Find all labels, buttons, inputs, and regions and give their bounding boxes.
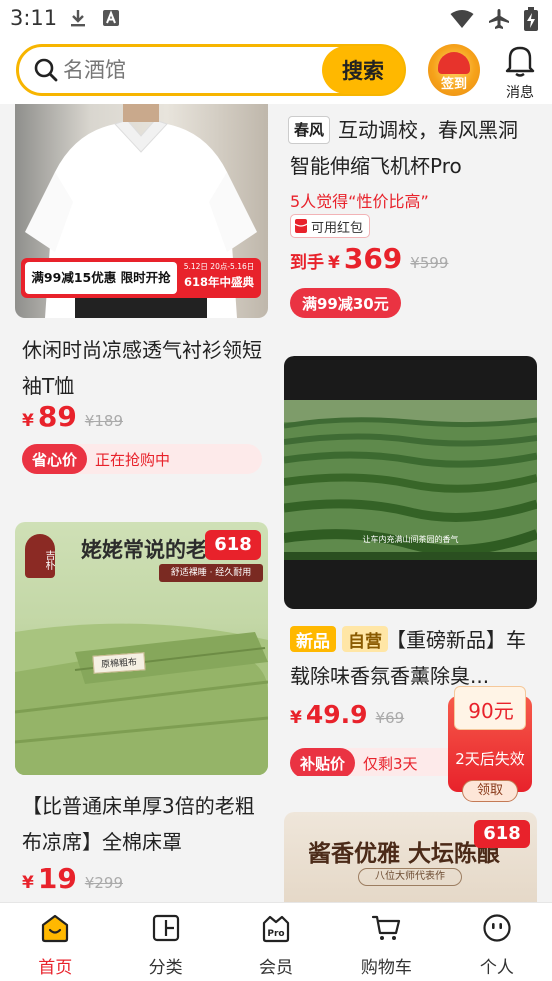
bell-icon <box>505 46 535 77</box>
red-envelope-icon <box>295 219 307 233</box>
original-price: ¥299 <box>84 874 123 892</box>
nav-profile[interactable]: 个人 <box>442 903 552 981</box>
current-price: 89 <box>37 400 77 433</box>
product-title[interactable]: 【重磅新品】车载除味香氛香薰除臭... <box>290 622 535 694</box>
nav-label: 首页 <box>38 958 73 978</box>
original-price: ¥189 <box>84 412 123 430</box>
current-price: 49.9 <box>305 700 368 729</box>
status-bar: 3:11 <box>0 0 552 38</box>
coupon-amount: 90元 <box>468 699 514 723</box>
promo-text: 正在抢购中 <box>95 450 171 469</box>
promo-text: 仅剩3天 <box>363 754 418 773</box>
price-row: ¥ 49.9 ¥69 <box>290 700 404 729</box>
promo-tag: 补贴价 <box>290 748 356 776</box>
battery-charging-icon <box>524 7 538 31</box>
coupon-claim-button[interactable]: 领取 <box>462 780 518 802</box>
product-card-chunfeng[interactable]: 春风 互动调校，春风黑洞智能伸缩飞机杯Pro 5人觉得“性价比高” 可用红包 到… <box>282 104 542 332</box>
price-row: 到手 ¥ 369 ¥599 <box>290 242 448 275</box>
coupon-amount-card: 90元 <box>454 686 526 730</box>
nav-home[interactable]: 首页 <box>0 903 110 981</box>
home-icon <box>42 914 69 943</box>
nav-member[interactable]: Pro 会员 <box>221 903 331 981</box>
current-price: 369 <box>343 242 403 275</box>
promo-pill: 满99减30元 <box>290 288 401 318</box>
original-price: ¥599 <box>410 254 449 272</box>
promo-tag: 满99减30元 <box>290 288 401 318</box>
product-image-bedsheet[interactable]: 吉朴 姥姥常说的老 舒适裸睡 · 经久耐用 原棉粗布 618 <box>15 522 268 775</box>
coupon-tag: 可用红包 <box>290 214 371 238</box>
nav-cart[interactable]: 购物车 <box>331 903 441 981</box>
sale-banner-dates: 5.12日 20点-5.16日 <box>183 262 255 271</box>
promo-pill: 省心价 正在抢购中 <box>22 444 262 474</box>
floating-coupon[interactable]: 90元 2天后失效 领取 <box>448 686 532 802</box>
product-image-liquor[interactable]: 酱香优雅 大坛陈酿 八位大师代表作 618 <box>284 812 537 902</box>
red-envelope-icon <box>438 52 470 74</box>
currency-symbol: ¥ <box>328 253 340 273</box>
currency-symbol: ¥ <box>22 873 34 893</box>
sale-badge-618: 618 <box>205 530 261 560</box>
product-card-liquor[interactable]: 酱香优雅 大坛陈酿 八位大师代表作 618 <box>282 812 542 902</box>
bottom-nav: 首页 分类 Pro 会员 购物车 个人 <box>0 902 552 981</box>
current-price: 19 <box>37 862 77 895</box>
image-subline: 舒适裸睡 · 经久耐用 <box>159 564 263 582</box>
product-card-shirt[interactable]: 满99减15优惠 限时开抢 5.12日 20点-5.16日 618年中盛典 休闲… <box>10 104 270 504</box>
search-input[interactable] <box>63 51 303 89</box>
checkin-label: 签到 <box>440 77 467 92</box>
price-prefix: 到手 <box>290 253 324 273</box>
review-highlight: 5人觉得“性价比高” <box>290 192 429 211</box>
cart-icon <box>372 915 401 940</box>
product-title[interactable]: 【比普通床单厚3倍的老粗布凉席】全棉床罩 <box>22 788 266 860</box>
wifi-icon <box>450 10 474 28</box>
coupon-tag-label: 可用红包 <box>311 220 364 236</box>
sale-banner-text: 满99减15优惠 限时开抢 <box>25 262 177 294</box>
product-label-tag: 原棉粗布 <box>92 652 146 674</box>
price-row: ¥ 89 ¥189 <box>22 400 123 433</box>
search-button[interactable]: 搜索 <box>322 46 404 94</box>
currency-symbol: ¥ <box>22 411 34 431</box>
download-icon <box>71 10 85 27</box>
sale-banner: 满99减15优惠 限时开抢 5.12日 20点-5.16日 618年中盛典 <box>21 258 261 298</box>
product-video[interactable]: 让车内充满山间茶园的香气 <box>284 356 537 609</box>
nav-label: 分类 <box>148 958 183 978</box>
nav-label: 会员 <box>259 958 294 978</box>
search-icon <box>34 58 58 82</box>
status-time: 3:11 <box>10 6 58 30</box>
currency-symbol: ¥ <box>290 708 302 728</box>
promo-tag: 省心价 <box>22 444 88 474</box>
original-price: ¥69 <box>375 709 405 727</box>
brand-seal: 吉朴 <box>25 534 55 578</box>
profile-icon <box>483 914 511 942</box>
airplane-mode-icon <box>489 9 509 29</box>
header: 搜索 签到 消息 <box>0 38 552 104</box>
messages-label: 消息 <box>506 85 534 101</box>
checkin-button[interactable]: 签到 <box>428 44 480 96</box>
nav-category[interactable]: 分类 <box>110 903 220 981</box>
pro-member-icon: Pro <box>262 915 290 943</box>
product-title[interactable]: 休闲时尚凉感透气衬衫领短袖T恤 <box>22 332 266 404</box>
search-box[interactable]: 搜索 <box>16 44 406 96</box>
category-icon <box>152 914 179 942</box>
product-image-shirt[interactable]: 满99减15优惠 限时开抢 5.12日 20点-5.16日 618年中盛典 <box>15 104 268 318</box>
coupon-expiry: 2天后失效 <box>455 750 525 768</box>
svg-text:Pro: Pro <box>267 929 284 939</box>
price-row: ¥ 19 ¥299 <box>22 862 123 895</box>
video-caption: 让车内充满山间茶园的香气 <box>362 535 459 544</box>
messages-button[interactable]: 消息 <box>496 44 544 101</box>
sale-badge-618: 618 <box>474 820 530 848</box>
image-subline: 八位大师代表作 <box>358 868 462 886</box>
product-card-bedsheet[interactable]: 吉朴 姥姥常说的老 舒适裸睡 · 经久耐用 原棉粗布 618 【比普通床单厚3倍… <box>10 522 270 902</box>
sale-banner-event: 618年中盛典 <box>183 275 254 289</box>
nav-label: 个人 <box>479 958 514 978</box>
text-notification-icon <box>103 10 119 26</box>
product-feed[interactable]: 满99减15优惠 限时开抢 5.12日 20点-5.16日 618年中盛典 休闲… <box>0 104 552 902</box>
product-title[interactable]: 互动调校，春风黑洞智能伸缩飞机杯Pro <box>290 112 535 184</box>
nav-label: 购物车 <box>360 958 412 978</box>
tea-field-illustration <box>284 400 537 560</box>
